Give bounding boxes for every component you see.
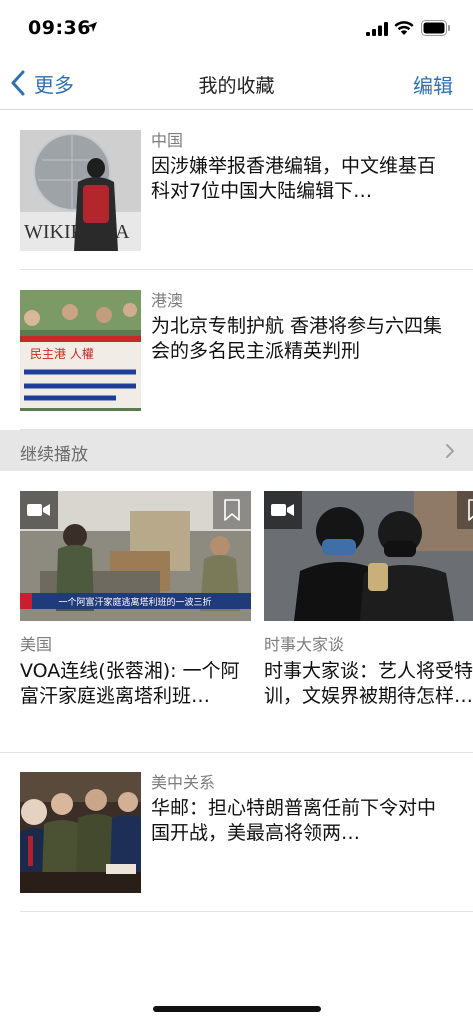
location-arrow-icon xyxy=(87,22,97,32)
video-badge xyxy=(20,491,58,529)
section-title: 继续播放 xyxy=(20,445,88,465)
cellular-signal-icon xyxy=(366,22,388,36)
article-headline: 为北京专制护航 香港将参与六四集会的多名民主派精英判刑 xyxy=(151,315,443,362)
article-category: 美中关系 xyxy=(151,773,216,792)
video-card[interactable]: 一个阿富汗家庭逃离塔利班的一波三折 美国 VOA连线(张蓉湘): 一个阿富汗家庭… xyxy=(20,491,251,709)
list-item[interactable]: WIKIPEDIA 中国 因涉嫌举报香港编辑，中文维基百科对7位中国大陆编辑下… xyxy=(20,110,473,270)
list-item[interactable]: 美中关系 华邮：担心特朗普离任前下令对中国开战，美最高将领两… xyxy=(20,752,473,912)
bookmark-button[interactable] xyxy=(457,491,473,529)
wifi-icon xyxy=(394,21,414,35)
article-category: 港澳 xyxy=(151,291,184,310)
video-headline: 时事大家谈：艺人将受特训，文娱界被期待怎样… xyxy=(264,660,473,707)
list-item[interactable]: 民主港 人權 港澳 为北京专制护航 香港将参与六四集会的多名民主派精英判刑 xyxy=(20,270,473,430)
article-headline: 华邮：担心特朗普离任前下令对中国开战，美最高将领两… xyxy=(151,797,437,844)
thumb-text: 民主港 人權 xyxy=(30,347,94,361)
video-camera-icon xyxy=(271,504,294,516)
video-badge xyxy=(264,491,302,529)
article-thumbnail: 民主港 人權 xyxy=(20,290,141,411)
video-card[interactable]: 时事大家谈 时事大家谈：艺人将受特训，文娱界被期待怎样… xyxy=(264,491,473,709)
status-time: 09:36 xyxy=(28,17,91,39)
bookmark-icon xyxy=(468,499,473,521)
video-carousel[interactable]: 一个阿富汗家庭逃离塔利班的一波三折 美国 VOA连线(张蓉湘): 一个阿富汗家庭… xyxy=(0,471,473,753)
video-category: 时事大家谈 xyxy=(264,635,345,654)
back-label: 更多 xyxy=(34,72,74,97)
chevron-left-icon xyxy=(11,70,25,96)
video-thumbnail: 一个阿富汗家庭逃离塔利班的一波三折 xyxy=(20,491,251,621)
video-caption: 一个阿富汗家庭逃离塔利班的一波三折 xyxy=(58,596,211,608)
video-camera-icon xyxy=(27,504,50,516)
video-category: 美国 xyxy=(20,635,53,654)
back-button[interactable]: 更多 xyxy=(10,69,74,97)
home-indicator[interactable] xyxy=(153,1006,321,1012)
bookmark-button[interactable] xyxy=(213,491,251,529)
article-thumbnail xyxy=(20,772,141,893)
article-category: 中国 xyxy=(151,131,184,150)
bookmark-icon xyxy=(224,499,240,521)
article-thumbnail: WIKIPEDIA xyxy=(20,130,141,251)
edit-button[interactable]: 编辑 xyxy=(413,70,453,99)
battery-icon xyxy=(421,20,450,36)
continue-playing-header[interactable]: 继续播放 xyxy=(0,430,473,471)
video-headline: VOA连线(张蓉湘): 一个阿富汗家庭逃离塔利班… xyxy=(20,660,240,707)
chevron-right-icon xyxy=(446,444,454,458)
status-bar: 09:36 xyxy=(0,0,473,56)
video-thumbnail xyxy=(264,491,473,621)
nav-bar: 更多 我的收藏 编辑 xyxy=(0,56,473,110)
article-headline: 因涉嫌举报香港编辑，中文维基百科对7位中国大陆编辑下… xyxy=(151,155,437,202)
